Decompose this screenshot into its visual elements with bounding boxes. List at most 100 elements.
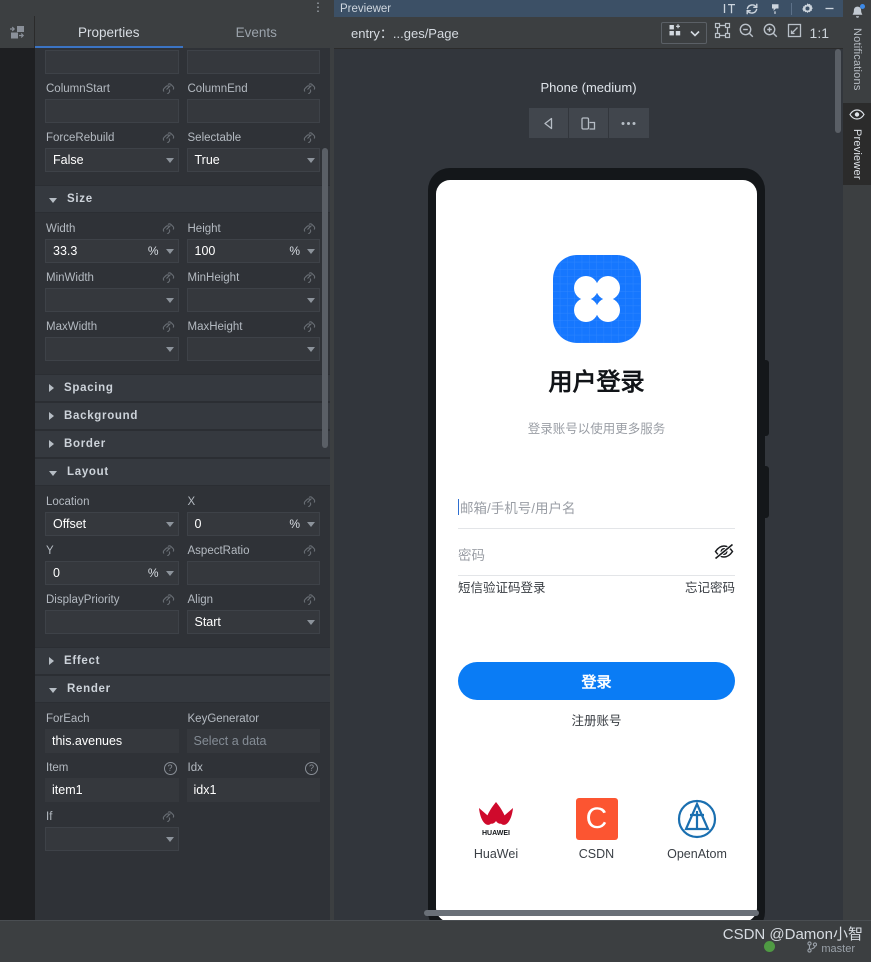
eye-off-icon[interactable] [713,542,735,565]
link-icon[interactable] [302,131,318,146]
password-input[interactable]: 密码 [458,532,735,576]
zoom-out-icon[interactable] [738,22,755,44]
git-branch-status[interactable]: master [807,941,855,956]
maxwidth-input[interactable] [45,337,179,361]
register-link[interactable]: 注册账号 [436,710,757,729]
link-icon[interactable] [161,222,177,237]
field-input-top-left[interactable] [45,50,179,74]
label-text: Width [46,223,76,235]
location-value: Offset [53,517,87,531]
back-icon[interactable] [529,108,569,138]
section-header-spacing[interactable]: Spacing [35,374,330,402]
columnend-input[interactable] [186,99,320,123]
sms-login-link[interactable]: 短信验证码登录 [458,577,546,596]
forcerebuild-select[interactable]: False [45,148,179,172]
brand-csdn[interactable]: C CSDN [561,795,633,861]
height-input[interactable]: 100 % [186,239,320,263]
refresh-icon[interactable] [745,2,759,16]
maxheight-input[interactable] [186,337,320,361]
selectable-select[interactable]: True [186,148,320,172]
properties-vertical-scrollbar[interactable] [322,148,328,448]
add-component-icon[interactable] [0,16,35,48]
link-icon[interactable] [302,82,318,97]
section-fields-render: ForEach this.avenues KeyGenerator Select… [35,703,330,864]
more-options-icon[interactable] [609,108,649,138]
section-header-layout[interactable]: Layout [35,458,330,486]
section-header-border[interactable]: Border [35,430,330,458]
zoom-in-icon[interactable] [762,22,779,44]
link-icon[interactable] [302,320,318,335]
section-header-render[interactable]: Render [35,675,330,703]
link-icon[interactable] [161,320,177,335]
link-icon[interactable] [302,495,318,510]
text-size-icon[interactable] [723,2,736,15]
minheight-input[interactable] [186,288,320,312]
aspectratio-input[interactable] [186,561,320,585]
field-row: ForEach this.avenues KeyGenerator Select… [45,709,320,758]
forgot-password-link[interactable]: 忘记密码 [685,577,735,596]
keygenerator-input[interactable]: Select a data [186,729,320,753]
section-header-background[interactable]: Background [35,402,330,430]
help-icon[interactable]: ? [305,761,318,775]
link-icon[interactable] [161,82,177,97]
brand-openatom[interactable]: OpenAtom [661,795,733,861]
canvas-vertical-scrollbar[interactable] [835,49,841,133]
link-icon[interactable] [161,810,177,825]
link-icon[interactable] [302,222,318,237]
settings-gear-icon[interactable] [801,2,814,15]
third-party-login-row: HUAWEI HuaWei C CSDN OpenAtom [460,795,733,861]
help-icon[interactable]: ? [163,761,177,775]
canvas-horizontal-scrollbar[interactable] [424,910,759,916]
brand-huawei[interactable]: HUAWEI HuaWei [460,795,532,861]
foreach-input[interactable]: this.avenues [45,729,179,753]
location-select[interactable]: Offset [45,512,179,536]
link-icon[interactable] [161,593,177,608]
rotate-device-icon[interactable] [569,108,609,138]
login-button[interactable]: 登录 [458,662,735,700]
properties-scroll-area[interactable]: ColumnStart ColumnEnd ForceRebuild False… [0,48,330,920]
select-frame-icon[interactable] [714,22,731,44]
item-input[interactable]: item1 [45,778,179,802]
field-cell-minwidth: MinWidth [45,268,179,317]
sidebar-item-notifications[interactable]: Notifications [843,0,871,91]
columnstart-input[interactable] [45,99,179,123]
zoom-level-label[interactable]: 1:1 [810,25,829,41]
link-icon[interactable] [302,544,318,559]
toolbar-divider [791,2,792,15]
displaypriority-input[interactable] [45,610,179,634]
properties-tabbar: Properties Events [0,16,330,48]
field-cell-width: Width 33.3 % [45,219,179,268]
x-input[interactable]: 0 % [186,512,320,536]
section-header-size[interactable]: Size [35,185,330,213]
username-input[interactable]: 邮箱/手机号/用户名 [458,485,735,529]
link-icon[interactable] [161,271,177,286]
fit-screen-icon[interactable] [786,22,803,44]
minwidth-input[interactable] [45,288,179,312]
link-icon[interactable] [161,544,177,559]
grid-layout-dropdown[interactable] [660,21,707,44]
minimize-icon[interactable] [823,2,836,15]
field-input-top-right[interactable] [186,50,320,74]
field-cell [186,50,320,79]
idx-input[interactable]: idx1 [186,778,320,802]
chevron-right-icon [49,440,54,448]
color-picker-icon[interactable] [768,2,782,16]
phone-volume-button[interactable] [764,360,769,436]
sidebar-item-previewer[interactable]: Previewer [843,102,871,186]
link-icon[interactable] [161,131,177,146]
phone-power-button[interactable] [764,466,769,518]
tab-events[interactable]: Events [183,16,331,48]
panel-options-icon[interactable]: ⋮ [312,1,324,13]
link-icon[interactable] [302,593,318,608]
tab-properties[interactable]: Properties [35,16,183,48]
if-select[interactable] [45,827,179,851]
field-label: MaxHeight [187,317,321,337]
align-select[interactable]: Start [186,610,320,634]
section-header-effect[interactable]: Effect [35,647,330,675]
link-icon[interactable] [302,271,318,286]
field-cell-forcerebuild: ForceRebuild False [45,128,179,177]
y-input[interactable]: 0 % [45,561,179,585]
field-label: ForEach [45,709,179,729]
width-input[interactable]: 33.3 % [45,239,179,263]
field-cell-foreach: ForEach this.avenues [45,709,179,758]
